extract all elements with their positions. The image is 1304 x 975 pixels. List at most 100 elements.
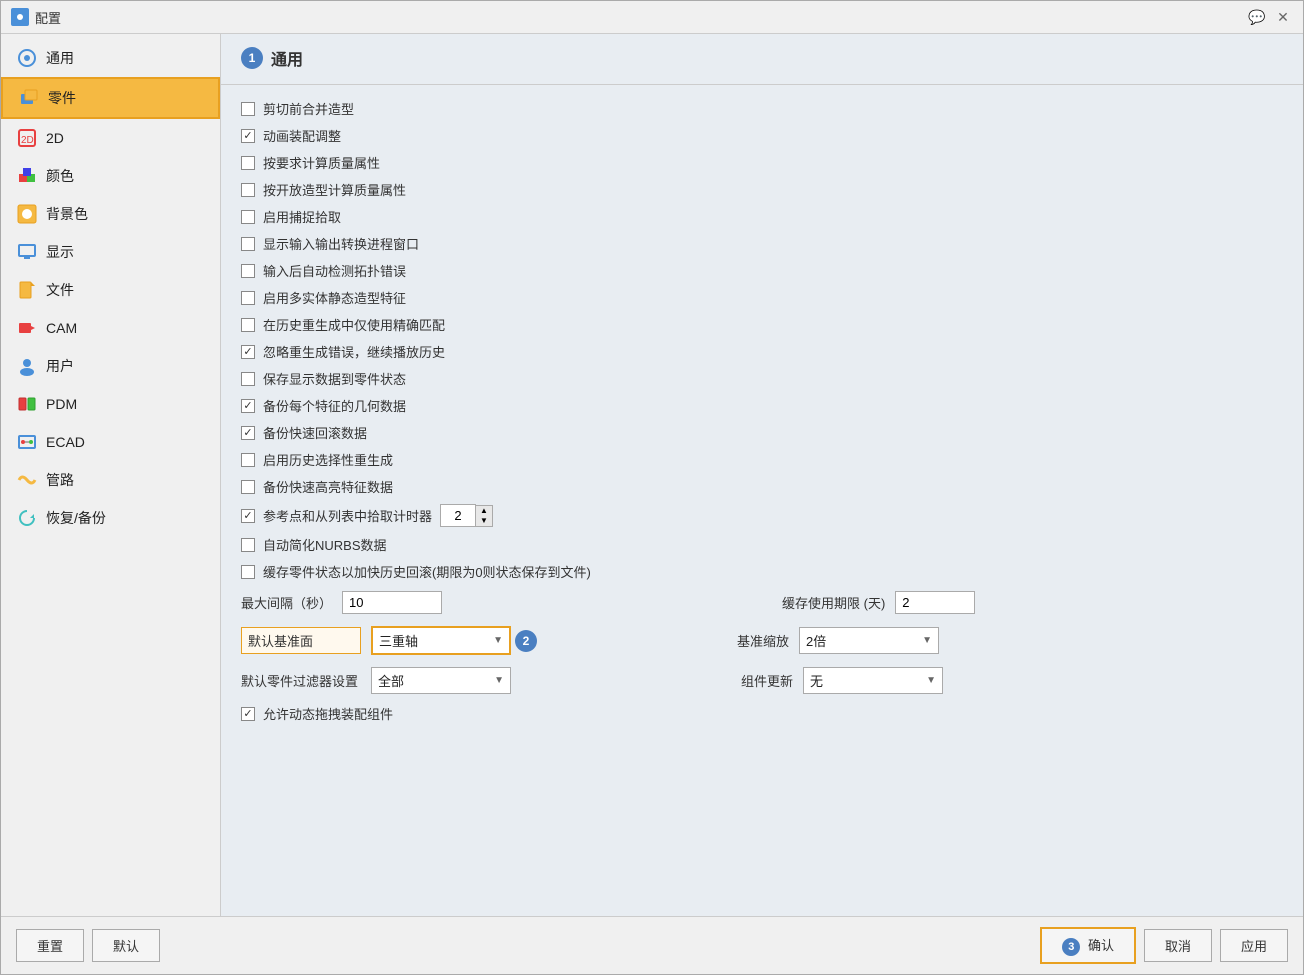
checkbox-12[interactable]	[241, 399, 255, 413]
sidebar-item-background[interactable]: 背景色	[1, 195, 220, 233]
option-row-cache: 缓存零件状态以加快历史回滚(期限为0则状态保存到文件)	[241, 558, 1283, 585]
badge-1: 1	[241, 47, 263, 69]
sidebar-item-file[interactable]: 文件	[1, 271, 220, 309]
apply-button[interactable]: 应用	[1220, 929, 1288, 962]
sidebar-label-user: 用户	[46, 356, 74, 376]
window-title: 配置	[35, 8, 61, 27]
default-filter-value: 全部	[378, 671, 404, 690]
ok-button[interactable]: 3 确认	[1040, 927, 1136, 964]
spinner-down[interactable]: ▼	[476, 516, 492, 526]
max-interval-input[interactable]: 10	[342, 591, 442, 614]
checkbox-4[interactable]	[241, 183, 255, 197]
checkbox-7[interactable]	[241, 264, 255, 278]
option-label-nurbs: 自动简化NURBS数据	[263, 535, 387, 554]
option-label-1: 剪切前合并造型	[263, 99, 354, 118]
component-update-select[interactable]: 无 ▼	[803, 667, 943, 694]
sidebar-label-2d: 2D	[46, 130, 64, 146]
sidebar-item-restore[interactable]: 恢复/备份	[1, 499, 220, 537]
svg-text:2D: 2D	[21, 135, 34, 146]
content-area: 通用 零件 2D 2D	[1, 34, 1303, 916]
checkbox-cache[interactable]	[241, 565, 255, 579]
option-label-15: 备份快速高亮特征数据	[263, 477, 393, 496]
checkbox-9[interactable]	[241, 318, 255, 332]
option-row-12: 备份每个特征的几何数据	[241, 392, 1283, 419]
option-row-7: 输入后自动检测拓扑错误	[241, 257, 1283, 284]
default-plane-label: 默认基准面	[241, 627, 361, 654]
checkbox-14[interactable]	[241, 453, 255, 467]
color-icon	[16, 165, 38, 187]
badge-3: 3	[1062, 938, 1080, 956]
cam-icon	[16, 317, 38, 339]
base-scale-select[interactable]: 2倍 ▼	[799, 627, 939, 654]
sidebar-label-background: 背景色	[46, 204, 88, 224]
sidebar-item-ecad[interactable]: ECAD	[1, 423, 220, 461]
option-row-10: 忽略重生成错误，继续播放历史	[241, 338, 1283, 365]
chevron-down-icon: ▼	[493, 635, 503, 646]
option-label-6: 显示输入输出转换进程窗口	[263, 234, 419, 253]
option-row-1: 剪切前合并造型	[241, 95, 1283, 122]
default-filter-label: 默认零件过滤器设置	[241, 671, 361, 690]
sidebar-item-part[interactable]: 零件	[1, 77, 220, 119]
sidebar-item-display[interactable]: 显示	[1, 233, 220, 271]
title-bar-left: 配置	[11, 8, 61, 27]
default-filter-select[interactable]: 全部 ▼	[371, 667, 511, 694]
default-plane-select[interactable]: 三重轴 ▼	[371, 626, 511, 655]
checkbox-3[interactable]	[241, 156, 255, 170]
display-icon	[16, 241, 38, 263]
checkbox-2[interactable]	[241, 129, 255, 143]
sidebar-item-2d[interactable]: 2D 2D	[1, 119, 220, 157]
sidebar-item-cam[interactable]: CAM	[1, 309, 220, 347]
default-plane-value: 三重轴	[379, 631, 418, 650]
sidebar-item-pipe[interactable]: 管路	[1, 461, 220, 499]
checkbox-13[interactable]	[241, 426, 255, 440]
checkbox-10[interactable]	[241, 345, 255, 359]
spinner-up[interactable]: ▲	[476, 506, 492, 516]
checkbox-8[interactable]	[241, 291, 255, 305]
option-label-9: 在历史重生成中仅使用精确匹配	[263, 315, 445, 334]
sidebar-item-pdm[interactable]: PDM	[1, 385, 220, 423]
sidebar-item-color[interactable]: 颜色	[1, 157, 220, 195]
close-button[interactable]: ✕	[1273, 7, 1293, 27]
checkbox-nurbs[interactable]	[241, 538, 255, 552]
checkbox-6[interactable]	[241, 237, 255, 251]
timer-input[interactable]: 2	[440, 504, 476, 527]
max-interval-group: 最大间隔（秒） 10	[241, 591, 442, 614]
checkbox-timer[interactable]	[241, 509, 255, 523]
title-bar-controls: 💬 ✕	[1247, 7, 1293, 27]
base-scale-label: 基准缩放	[737, 631, 789, 650]
sidebar-label-part: 零件	[48, 88, 76, 108]
chevron-down-icon-3: ▼	[494, 675, 504, 686]
base-scale-value: 2倍	[806, 631, 826, 650]
timer-row: 参考点和从列表中拾取计时器 2 ▲ ▼	[241, 500, 1283, 531]
option-row-9: 在历史重生成中仅使用精确匹配	[241, 311, 1283, 338]
checkbox-5[interactable]	[241, 210, 255, 224]
chat-button[interactable]: 💬	[1247, 7, 1267, 27]
cache-expire-input[interactable]: 2	[895, 591, 975, 614]
reset-button[interactable]: 重置	[16, 929, 84, 962]
restore-icon	[16, 507, 38, 529]
checkbox-drag[interactable]	[241, 707, 255, 721]
option-row-6: 显示输入输出转换进程窗口	[241, 230, 1283, 257]
badge-2: 2	[515, 630, 537, 652]
cancel-button[interactable]: 取消	[1144, 929, 1212, 962]
default-button[interactable]: 默认	[92, 929, 160, 962]
main-header: 1 通用	[221, 34, 1303, 85]
checkbox-11[interactable]	[241, 372, 255, 386]
sidebar-item-general[interactable]: 通用	[1, 39, 220, 77]
chevron-down-icon-4: ▼	[926, 675, 936, 686]
checkbox-1[interactable]	[241, 102, 255, 116]
component-update-value: 无	[810, 671, 823, 690]
sidebar-label-file: 文件	[46, 280, 74, 300]
section-title: 通用	[271, 46, 303, 70]
sidebar-item-user[interactable]: 用户	[1, 347, 220, 385]
pipe-icon	[16, 469, 38, 491]
sidebar-label-color: 颜色	[46, 166, 74, 186]
user-icon	[16, 355, 38, 377]
checkbox-15[interactable]	[241, 480, 255, 494]
option-row-nurbs: 自动简化NURBS数据	[241, 531, 1283, 558]
option-row-2: 动画装配调整	[241, 122, 1283, 149]
timer-label: 参考点和从列表中拾取计时器	[263, 506, 432, 525]
general-icon	[16, 47, 38, 69]
option-row-4: 按开放造型计算质量属性	[241, 176, 1283, 203]
default-plane-select-wrapper: 三重轴 ▼ 2	[371, 626, 537, 655]
